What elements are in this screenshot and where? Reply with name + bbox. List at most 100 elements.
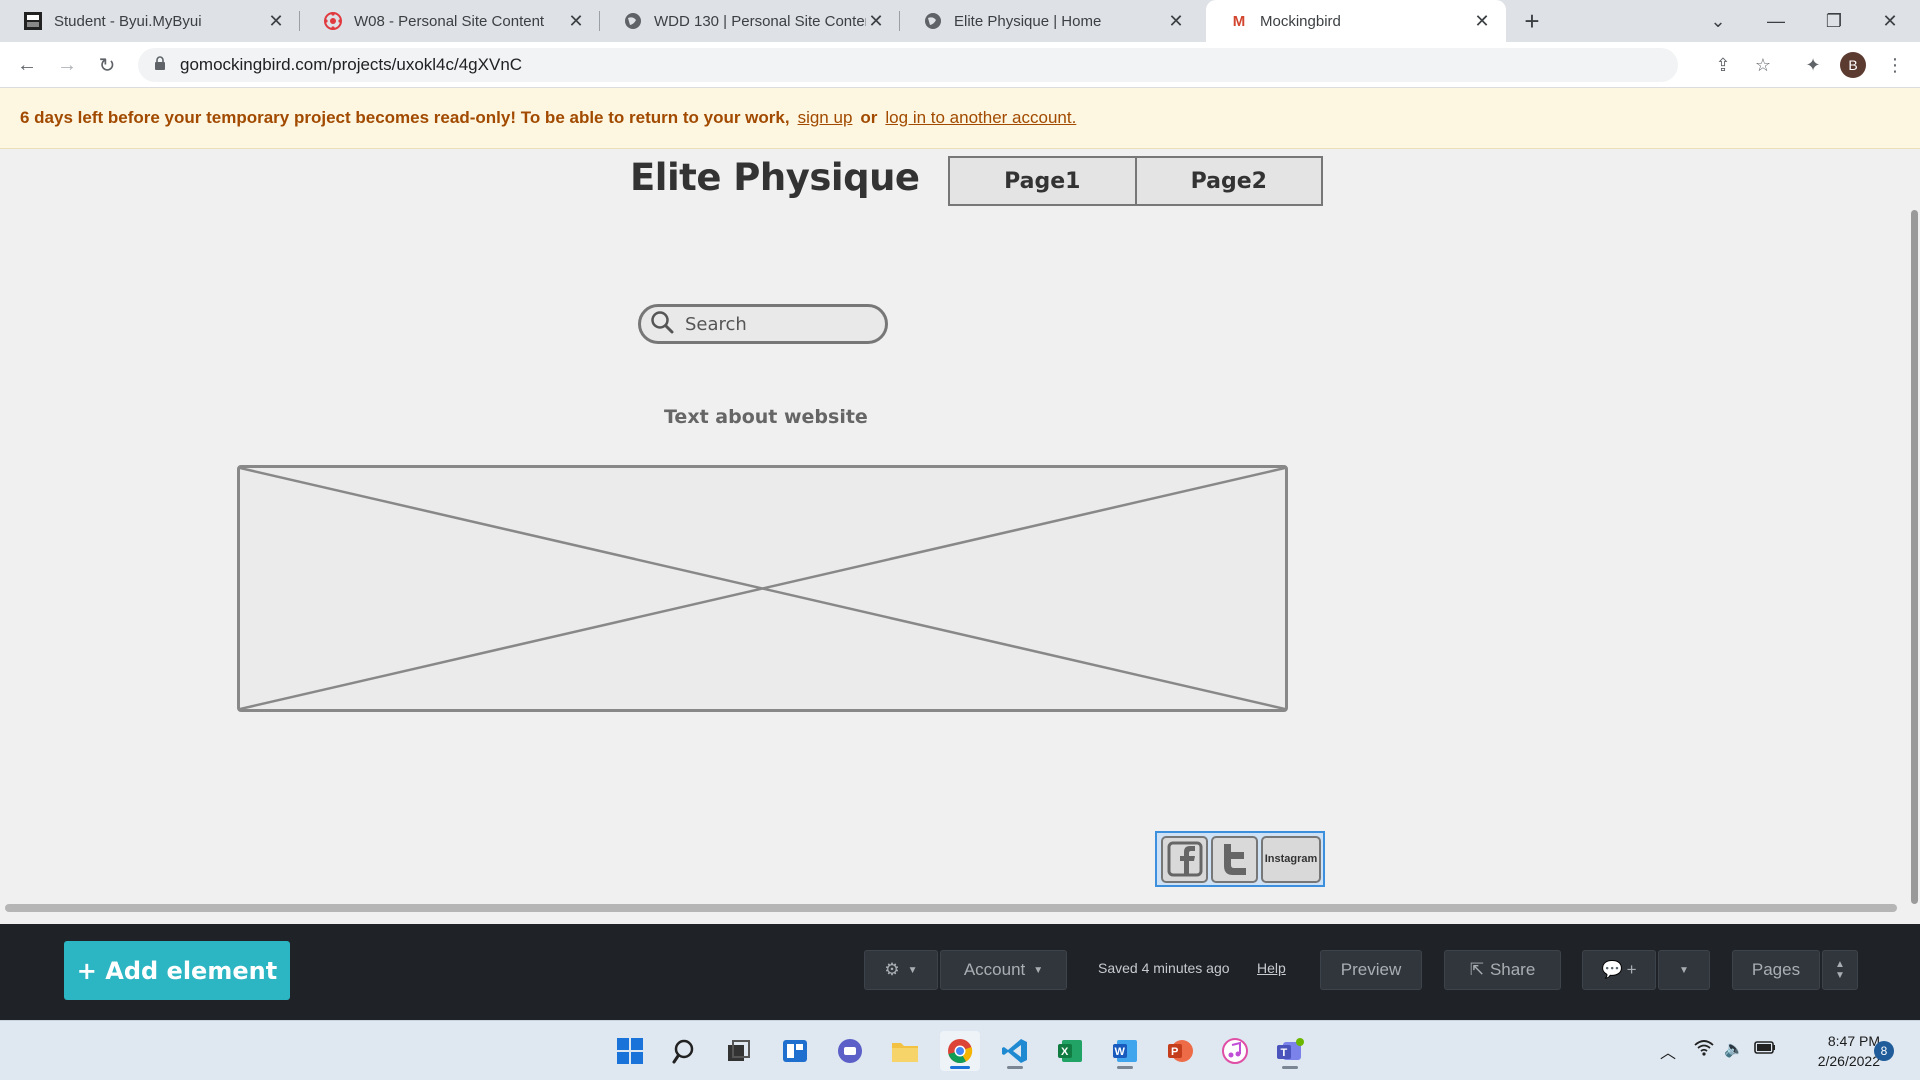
byui-icon [24, 12, 42, 30]
image-placeholder[interactable] [237, 465, 1288, 712]
site-title[interactable]: Elite Physique [630, 156, 920, 199]
editor-bottom-toolbar: + Add element ⚙ ▼ Account ▼ Saved 4 minute… [0, 924, 1920, 1020]
tab-title: Elite Physique | Home [954, 12, 1102, 30]
tab-title: Mockingbird [1260, 12, 1341, 30]
account-button[interactable]: Account ▼ [940, 950, 1067, 990]
browser-tab[interactable]: WDD 130 | Personal Site Content ✕ [600, 0, 900, 42]
battery-icon[interactable] [1754, 1039, 1776, 1060]
system-clock[interactable]: 8:47 PM 2/26/2022 [1790, 1031, 1880, 1071]
close-icon[interactable]: ✕ [1166, 11, 1186, 32]
browser-tab[interactable]: Elite Physique | Home ✕ [900, 0, 1200, 42]
saved-status: Saved 4 minutes ago [1098, 960, 1230, 976]
share-icon[interactable]: ⇪ [1708, 50, 1738, 80]
clock-time: 8:47 PM [1827, 1033, 1880, 1049]
search-input[interactable]: Search [638, 304, 888, 344]
close-icon[interactable]: ✕ [566, 11, 586, 32]
twitter-icon[interactable] [1211, 835, 1258, 883]
excel-icon[interactable]: X [1050, 1031, 1090, 1071]
share-button[interactable]: ⇱ Share [1444, 950, 1561, 990]
add-element-button[interactable]: + Add element [64, 941, 290, 1000]
search-placeholder: Search [685, 313, 747, 335]
globe-icon [624, 12, 642, 30]
sign-up-link[interactable]: sign up [798, 108, 853, 128]
notification-badge[interactable]: 8 [1874, 1041, 1894, 1061]
powerpoint-icon[interactable]: P [1160, 1031, 1200, 1071]
pages-button[interactable]: Pages [1732, 950, 1820, 990]
browser-tab[interactable]: W08 - Personal Site Content ✕ [300, 0, 600, 42]
itunes-icon[interactable] [1215, 1031, 1255, 1071]
chevron-down-icon: ▼ [1835, 970, 1845, 981]
vertical-scrollbar[interactable] [1911, 210, 1918, 904]
mockingbird-icon: M [1232, 12, 1246, 30]
file-explorer-icon[interactable] [885, 1031, 925, 1071]
share-label: Share [1489, 960, 1536, 979]
clock-date: 2/26/2022 [1817, 1053, 1880, 1069]
url-text: gomockingbird.com/projects/uxokl4c/4gXVn… [180, 55, 523, 74]
search-icon [649, 309, 675, 340]
browser-tab-active[interactable]: M Mockingbird ✕ [1206, 0, 1506, 42]
help-link[interactable]: Help [1257, 960, 1286, 976]
mockup-canvas[interactable]: Elite Physique Page1 Page2 Search Text a… [0, 150, 1910, 912]
login-link[interactable]: log in to another account. [885, 108, 1076, 128]
nav-tab-page1[interactable]: Page1 [950, 158, 1135, 204]
close-window-icon[interactable]: ✕ [1862, 0, 1918, 42]
nav-tabs-widget[interactable]: Page1 Page2 [948, 156, 1323, 206]
address-bar[interactable]: gomockingbird.com/projects/uxokl4c/4gXVn… [138, 48, 1678, 82]
tab-title: W08 - Personal Site Content [354, 12, 545, 30]
comment-icon: 💬 [1601, 960, 1623, 979]
svg-text:W: W [1115, 1046, 1126, 1058]
close-icon[interactable]: ✕ [266, 11, 286, 32]
minimize-icon[interactable]: — [1748, 0, 1804, 42]
browser-tab-bar: Student - Byui.MyByui ✕ W08 - Personal S… [0, 0, 1920, 42]
search-icon[interactable] [666, 1031, 706, 1071]
svg-text:T: T [1281, 1047, 1288, 1059]
close-icon[interactable]: ✕ [1472, 11, 1492, 32]
avatar[interactable]: B [1840, 52, 1866, 78]
volume-icon[interactable]: 🔈 [1724, 1039, 1744, 1059]
menu-icon[interactable]: ⋮ [1880, 50, 1910, 80]
vscode-icon[interactable] [995, 1031, 1035, 1071]
tab-search-icon[interactable]: ⌄ [1690, 0, 1746, 42]
reload-icon[interactable]: ↻ [92, 50, 122, 80]
account-label: Account [963, 960, 1026, 979]
canvas-icon [324, 12, 342, 30]
preview-button[interactable]: Preview [1320, 950, 1422, 990]
globe-icon [924, 12, 942, 30]
instagram-button[interactable]: Instagram [1261, 835, 1321, 883]
chevron-up-icon: ▲ [1835, 959, 1845, 970]
windows-start-icon[interactable] [610, 1031, 650, 1071]
gear-icon: ⚙ [884, 960, 900, 979]
chevron-down-icon: ▼ [907, 964, 918, 976]
wifi-icon[interactable] [1694, 1039, 1714, 1062]
chrome-icon[interactable] [940, 1031, 980, 1071]
banner-message: 6 days left before your temporary projec… [20, 108, 790, 127]
word-icon[interactable]: W [1105, 1031, 1145, 1071]
settings-button[interactable]: ⚙ ▼ [864, 950, 938, 990]
task-view-icon[interactable] [718, 1031, 758, 1071]
comment-dropdown[interactable]: ▼ [1658, 950, 1710, 990]
back-icon[interactable]: ← [12, 50, 42, 80]
social-buttons-group[interactable]: Instagram [1155, 831, 1325, 887]
horizontal-scrollbar[interactable] [5, 904, 1897, 912]
browser-tab[interactable]: Student - Byui.MyByui ✕ [0, 0, 300, 42]
svg-text:X: X [1061, 1046, 1069, 1058]
extensions-icon[interactable]: ✦ [1798, 50, 1828, 80]
share-icon: ⇱ [1469, 960, 1484, 979]
teams-icon[interactable]: T [1270, 1031, 1310, 1071]
chevron-up-icon[interactable]: ︿ [1660, 1039, 1676, 1063]
forward-icon[interactable]: → [52, 50, 82, 80]
close-icon[interactable]: ✕ [866, 11, 886, 32]
star-icon[interactable]: ☆ [1748, 50, 1778, 80]
restore-icon[interactable]: ❐ [1806, 0, 1862, 42]
teams-chat-icon[interactable] [830, 1031, 870, 1071]
facebook-icon[interactable] [1161, 835, 1208, 883]
new-tab-button[interactable]: + [1504, 0, 1560, 42]
lock-icon [154, 55, 166, 75]
tab-title: WDD 130 | Personal Site Content [654, 12, 866, 30]
widgets-icon[interactable] [775, 1031, 815, 1071]
pages-stepper[interactable]: ▲ ▼ [1822, 950, 1858, 990]
text-about-label[interactable]: Text about website [664, 406, 868, 428]
comment-button[interactable]: 💬 + [1582, 950, 1656, 990]
chevron-down-icon: ▼ [1033, 964, 1044, 976]
nav-tab-page2[interactable]: Page2 [1134, 158, 1322, 204]
